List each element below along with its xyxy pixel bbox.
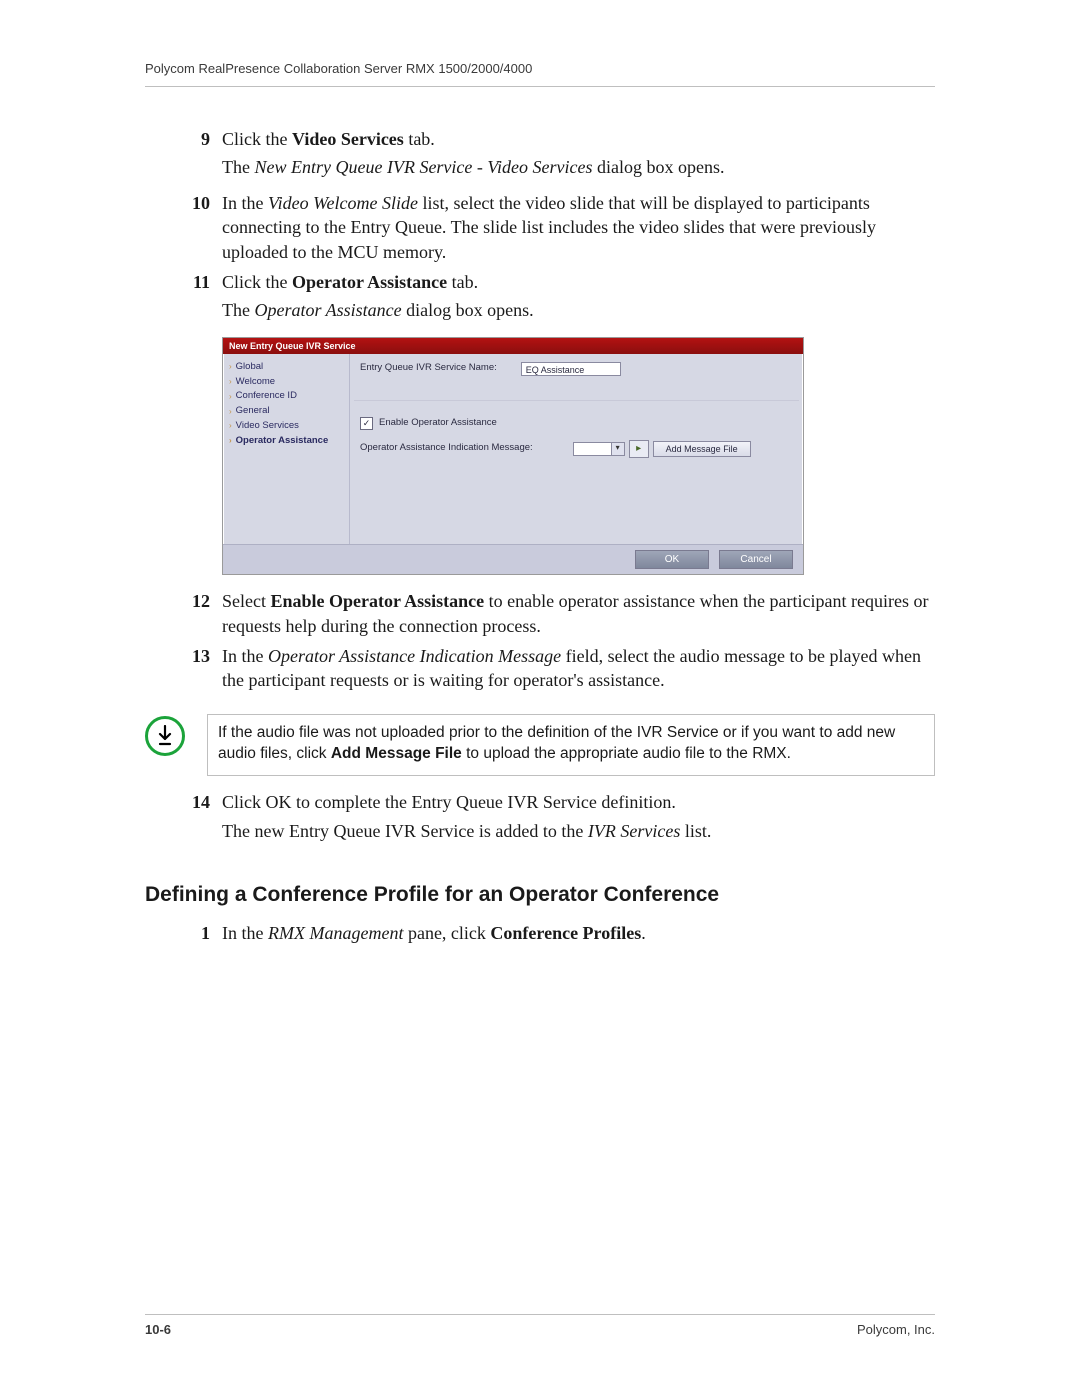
text-bold: Operator Assistance [292,272,447,292]
text-bold: Enable Operator Assistance [270,591,484,611]
text: The [222,300,254,320]
sidebar-item-label: Video Services [236,420,299,433]
text: tab. [404,129,435,149]
chevron-right-icon: › [229,408,232,416]
sidebar-item-global[interactable]: › Global [227,360,345,375]
running-header: Polycom RealPresence Collaboration Serve… [145,60,935,87]
step-number: 13 [145,644,222,668]
play-preview-button[interactable]: ▸ [629,440,649,458]
note-text: to upload the appropriate audio file to … [462,745,791,762]
text-italic: Operator Assistance Indication Message [268,646,561,666]
indication-message-label: Operator Assistance Indication Message: [360,442,533,455]
step-number: 12 [145,589,222,613]
text: In the [222,646,268,666]
note-icon [145,716,185,756]
text: dialog box opens. [402,300,534,320]
service-name-label: Entry Queue IVR Service Name: [360,362,497,375]
text: The [222,157,254,177]
step-9: 9 Click the Video Services tab. The New … [145,127,935,190]
ok-button[interactable]: OK [635,550,709,570]
add-message-file-button[interactable]: Add Message File [653,441,751,457]
sidebar-item-label: General [236,405,270,418]
chevron-right-icon: › [229,363,232,371]
text-italic: Operator Assistance [254,300,401,320]
page-number: 10-6 [145,1321,171,1339]
step-12: 12 Select Enable Operator Assistance to … [145,589,935,642]
sidebar-item-welcome[interactable]: › Welcome [227,375,345,390]
sidebar-item-conference-id[interactable]: › Conference ID [227,389,345,404]
enable-operator-label: Enable Operator Assistance [379,417,497,430]
text: The new Entry Queue IVR Service is added… [222,821,588,841]
sidebar-item-label: Global [236,361,263,374]
dialog-title: New Entry Queue IVR Service [223,338,803,354]
dialog-sidebar: › Global › Welcome › Conference ID › General… [223,354,349,544]
chevron-right-icon: › [229,378,232,386]
step-number: 9 [145,127,222,151]
sidebar-item-label: Operator Assistance [236,435,329,448]
chevron-right-icon: › [229,437,232,445]
text: list. [680,821,711,841]
page-footer: 10-6 Polycom, Inc. [145,1314,935,1339]
sidebar-item-video-services[interactable]: › Video Services [227,419,345,434]
text: pane, click [403,923,490,943]
chevron-right-icon: › [229,422,232,430]
text-italic: Video Welcome Slide [268,193,418,213]
step-11: 11 Click the Operator Assistance tab. Th… [145,270,935,333]
text: Click the [222,129,292,149]
text-italic: RMX Management [268,923,403,943]
dialog-screenshot: New Entry Queue IVR Service › Global › Wel… [222,337,804,576]
sidebar-item-label: Welcome [236,376,275,389]
dialog-main: Entry Queue IVR Service Name: EQ Assista… [349,354,803,544]
indication-message-dropdown[interactable]: ▾ [573,442,625,456]
text: . [641,923,646,943]
play-icon: ▸ [636,442,641,456]
step-number: 10 [145,191,222,215]
section-heading: Defining a Conference Profile for an Ope… [145,881,935,909]
cancel-button[interactable]: Cancel [719,550,793,570]
enable-operator-checkbox[interactable]: ✓ [360,417,373,430]
chevron-right-icon: › [229,393,232,401]
step-b1: 1 In the RMX Management pane, click Conf… [145,921,935,949]
sidebar-item-general[interactable]: › General [227,404,345,419]
note-bold: Add Message File [331,745,462,762]
text-italic: IVR Services [588,821,680,841]
text: Select [222,591,270,611]
note: If the audio file was not uploaded prior… [145,714,935,776]
step-14: 14 Click OK to complete the Entry Queue … [145,790,935,847]
step-number: 1 [145,921,222,945]
text-italic: New Entry Queue IVR Service - Video Serv… [254,157,592,177]
sidebar-item-label: Conference ID [236,390,297,403]
text: dialog box opens. [593,157,725,177]
text: Click the [222,272,292,292]
text: In the [222,193,268,213]
page-content: 9 Click the Video Services tab. The New … [145,87,935,950]
step-10: 10 In the Video Welcome Slide list, sele… [145,191,935,268]
chevron-down-icon: ▾ [611,443,624,455]
step-number: 11 [145,270,222,294]
text-bold: Conference Profiles [490,923,641,943]
service-name-input[interactable]: EQ Assistance [521,362,621,376]
step-13: 13 In the Operator Assistance Indication… [145,644,935,697]
sidebar-item-operator-assistance[interactable]: › Operator Assistance [227,434,345,449]
text: Click OK to complete the Entry Queue IVR… [222,790,935,814]
text-bold: Video Services [292,129,404,149]
text: In the [222,923,268,943]
step-number: 14 [145,790,222,814]
company-name: Polycom, Inc. [857,1321,935,1339]
text: tab. [447,272,478,292]
